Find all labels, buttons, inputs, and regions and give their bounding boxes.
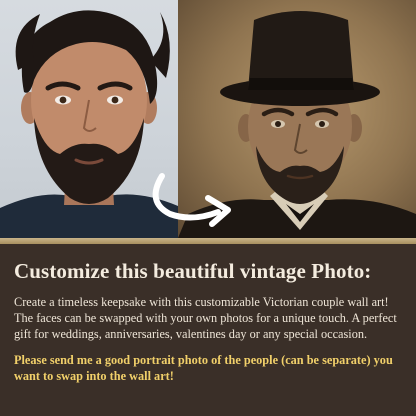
description-panel: Customize this beautiful vintage Photo: … <box>0 244 416 416</box>
product-image: Customize this beautiful vintage Photo: … <box>0 0 416 416</box>
curved-arrow-right-icon <box>140 168 240 228</box>
listing-description: Create a timeless keepsake with this cus… <box>14 295 397 341</box>
listing-title: Customize this beautiful vintage Photo: <box>14 259 372 283</box>
call-to-action-text: Please send me a good portrait photo of … <box>14 353 393 383</box>
before-after-photos <box>0 0 416 238</box>
